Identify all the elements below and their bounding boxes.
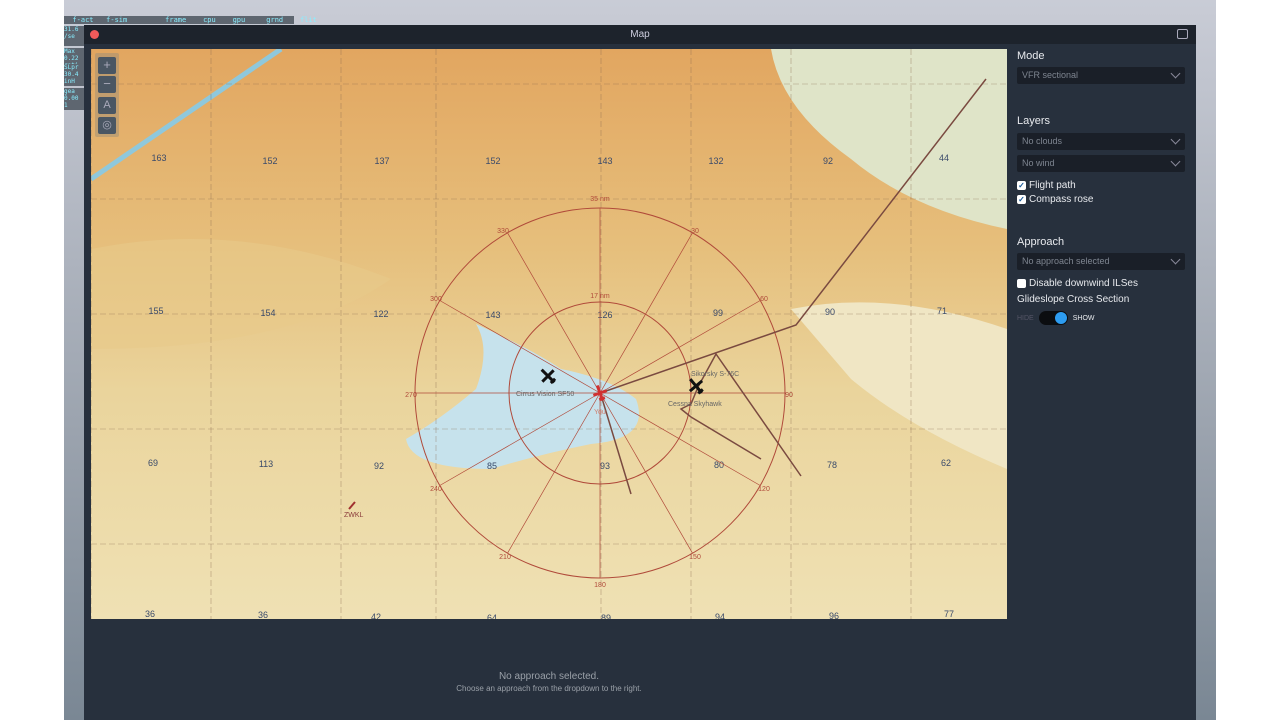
flight-path-checkbox[interactable]: ✓ Flight path bbox=[1017, 180, 1076, 191]
sim-stats-header: f-act f-sim frame cpu gpu grnd flit bbox=[64, 16, 317, 24]
rose-label: 120 bbox=[758, 486, 770, 493]
no-approach-title: No approach selected. bbox=[498, 671, 600, 682]
chevron-down-icon bbox=[1170, 156, 1181, 167]
flight-path-label: Flight path bbox=[1029, 180, 1076, 191]
grid-elevation-label: 94 bbox=[715, 612, 725, 619]
grid-elevation-label: 154 bbox=[260, 308, 275, 318]
toggle-on-label: SHOW bbox=[1072, 314, 1095, 322]
grid-elevation-label: 62 bbox=[941, 458, 951, 468]
approach-dropdown[interactable]: No approach selected bbox=[1017, 253, 1185, 270]
approach-info: No approach selected. Choose an approach… bbox=[84, 671, 1014, 693]
sim-background-right bbox=[1216, 0, 1280, 720]
rose-label: 17 nm bbox=[590, 293, 610, 300]
checkmark-icon: ✓ bbox=[1017, 181, 1026, 190]
rose-label: 180 bbox=[594, 582, 606, 589]
sim-stat: 31.6/se bbox=[64, 26, 86, 46]
rose-label: 35 nm bbox=[590, 196, 610, 203]
grid-elevation-label: 93 bbox=[600, 461, 610, 471]
title-bar: Map bbox=[84, 25, 1196, 44]
sim-background-left bbox=[0, 0, 64, 720]
grid-elevation-label: 44 bbox=[939, 153, 949, 163]
rose-label: 300 bbox=[430, 296, 442, 303]
grid-elevation-label: 42 bbox=[371, 612, 381, 619]
close-button[interactable] bbox=[90, 30, 99, 39]
rose-label: 240 bbox=[430, 486, 442, 493]
rose-label: 210 bbox=[499, 554, 511, 561]
grid-elevation-label: 36 bbox=[145, 609, 155, 619]
approach-heading: Approach bbox=[1017, 236, 1065, 248]
grid-elevation-label: 71 bbox=[937, 306, 947, 316]
disable-ils-checkbox[interactable]: Disable downwind ILSes bbox=[1017, 278, 1138, 289]
rose-label: 270 bbox=[405, 392, 417, 399]
center-button[interactable]: ◎ bbox=[98, 117, 116, 134]
wind-dropdown[interactable]: No wind bbox=[1017, 155, 1185, 172]
grid-elevation-label: 155 bbox=[148, 306, 163, 316]
map-controls: + − A ◎ bbox=[95, 53, 119, 137]
you-label: You bbox=[594, 409, 606, 416]
clouds-value: No clouds bbox=[1022, 136, 1063, 146]
map-view[interactable]: 163 152 137 152 143 132 92 44 155 154 122 143 126 99 9… bbox=[91, 49, 1007, 619]
grid-elevation-label: 92 bbox=[823, 156, 833, 166]
toggle-off-label: HIDE bbox=[1017, 314, 1034, 322]
grid-elevation-label: 122 bbox=[373, 309, 388, 319]
chevron-down-icon bbox=[1170, 134, 1181, 145]
map-canvas: 163 152 137 152 143 132 92 44155 154 122 143 126 99 9… bbox=[91, 49, 1007, 619]
grid-elevation-label: 152 bbox=[262, 156, 277, 166]
grid-elevation-label: 163 bbox=[151, 153, 166, 163]
grid-elevation-label: 78 bbox=[827, 460, 837, 470]
checkbox-empty bbox=[1017, 279, 1026, 288]
chevron-down-icon bbox=[1170, 68, 1181, 79]
grid-elevation-label: 36 bbox=[258, 610, 268, 619]
approach-value: No approach selected bbox=[1022, 256, 1110, 266]
airport-label: ZWKL bbox=[344, 512, 364, 519]
north-up-button[interactable]: A bbox=[98, 97, 116, 114]
mode-value: VFR sectional bbox=[1022, 70, 1079, 80]
grid-elevation-label: 89 bbox=[601, 613, 611, 619]
map-window: Map 163 152 137 152 143 132 92 44 155 154 122 143 12… bbox=[84, 25, 1196, 720]
sim-stat: gea 0.00 1 bbox=[64, 88, 86, 110]
zoom-in-button[interactable]: + bbox=[98, 57, 116, 74]
rose-label: 30 bbox=[691, 228, 699, 235]
grid-elevation-label: 132 bbox=[708, 156, 723, 166]
aircraft-label: Cirrus Vision SF50 bbox=[516, 391, 574, 398]
popout-icon[interactable] bbox=[1177, 29, 1188, 39]
grid-elevation-label: 137 bbox=[374, 156, 389, 166]
grid-elevation-label: 77 bbox=[944, 609, 954, 619]
sim-stat: SLpr 30.4 inH bbox=[64, 64, 86, 86]
grid-elevation-label: 113 bbox=[259, 459, 273, 469]
checkmark-icon: ✓ bbox=[1017, 195, 1026, 204]
layers-heading: Layers bbox=[1017, 115, 1051, 127]
grid-elevation-label: 85 bbox=[487, 461, 497, 471]
aircraft-label: Cessna Skyhawk bbox=[668, 401, 722, 408]
wind-value: No wind bbox=[1022, 158, 1055, 168]
rose-label: 150 bbox=[689, 554, 701, 561]
rose-label: 90 bbox=[785, 392, 793, 399]
grid-elevation-label: 99 bbox=[713, 308, 723, 318]
glideslope-toggle[interactable] bbox=[1038, 311, 1068, 325]
clouds-dropdown[interactable]: No clouds bbox=[1017, 133, 1185, 150]
grid-elevation-label: 90 bbox=[825, 307, 835, 317]
grid-elevation-label: 96 bbox=[829, 611, 839, 619]
compass-rose-checkbox[interactable]: ✓ Compass rose bbox=[1017, 194, 1093, 205]
no-approach-subtitle: Choose an approach from the dropdown to … bbox=[456, 684, 642, 693]
grid-elevation-label: 64 bbox=[487, 613, 497, 619]
rose-label: 330 bbox=[497, 228, 509, 235]
window-title: Map bbox=[630, 29, 650, 40]
grid-elevation-label: 92 bbox=[374, 461, 384, 471]
disable-ils-label: Disable downwind ILSes bbox=[1029, 278, 1138, 289]
compass-rose-label: Compass rose bbox=[1029, 194, 1094, 205]
aircraft-label: Sikorsky S-76C bbox=[691, 371, 739, 378]
chevron-down-icon bbox=[1170, 254, 1181, 265]
grid-elevation-label: 143 bbox=[485, 310, 500, 320]
glideslope-label: Glideslope Cross Section bbox=[1017, 294, 1130, 305]
grid-elevation-label: 152 bbox=[485, 156, 500, 166]
mode-heading: Mode bbox=[1017, 50, 1045, 62]
grid-elevation-label: 69 bbox=[148, 458, 158, 468]
grid-elevation-label: 143 bbox=[597, 156, 612, 166]
rose-label: 60 bbox=[760, 296, 768, 303]
zoom-out-button[interactable]: − bbox=[98, 76, 116, 93]
mode-dropdown[interactable]: VFR sectional bbox=[1017, 67, 1185, 84]
